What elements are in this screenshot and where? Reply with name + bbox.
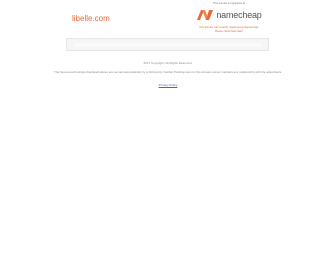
registrar-caption: This domain is registered at — [213, 2, 245, 5]
copyright-text: 2017 Copyright. All Rights Reserved. — [143, 61, 193, 65]
search-input[interactable] — [75, 43, 261, 47]
registrar-panel: This domain is registered at namecheap T… — [196, 2, 262, 33]
disclaimer-text: The Sponsored Listings displayed above a… — [54, 70, 282, 74]
namecheap-n-icon — [197, 10, 214, 20]
namecheap-logo[interactable]: namecheap — [196, 8, 262, 22]
registrar-note-line2: Please check back later! — [214, 29, 244, 33]
registrar-note: This domain was recently registered at N… — [196, 26, 262, 33]
search-bar[interactable] — [66, 38, 269, 51]
namecheap-wordmark: namecheap — [216, 10, 262, 20]
privacy-policy-link[interactable]: Privacy Policy — [0, 83, 336, 87]
parked-domain-page: libelle.com This domain is registered at… — [0, 0, 336, 280]
domain-name-heading: libelle.com — [72, 14, 110, 23]
